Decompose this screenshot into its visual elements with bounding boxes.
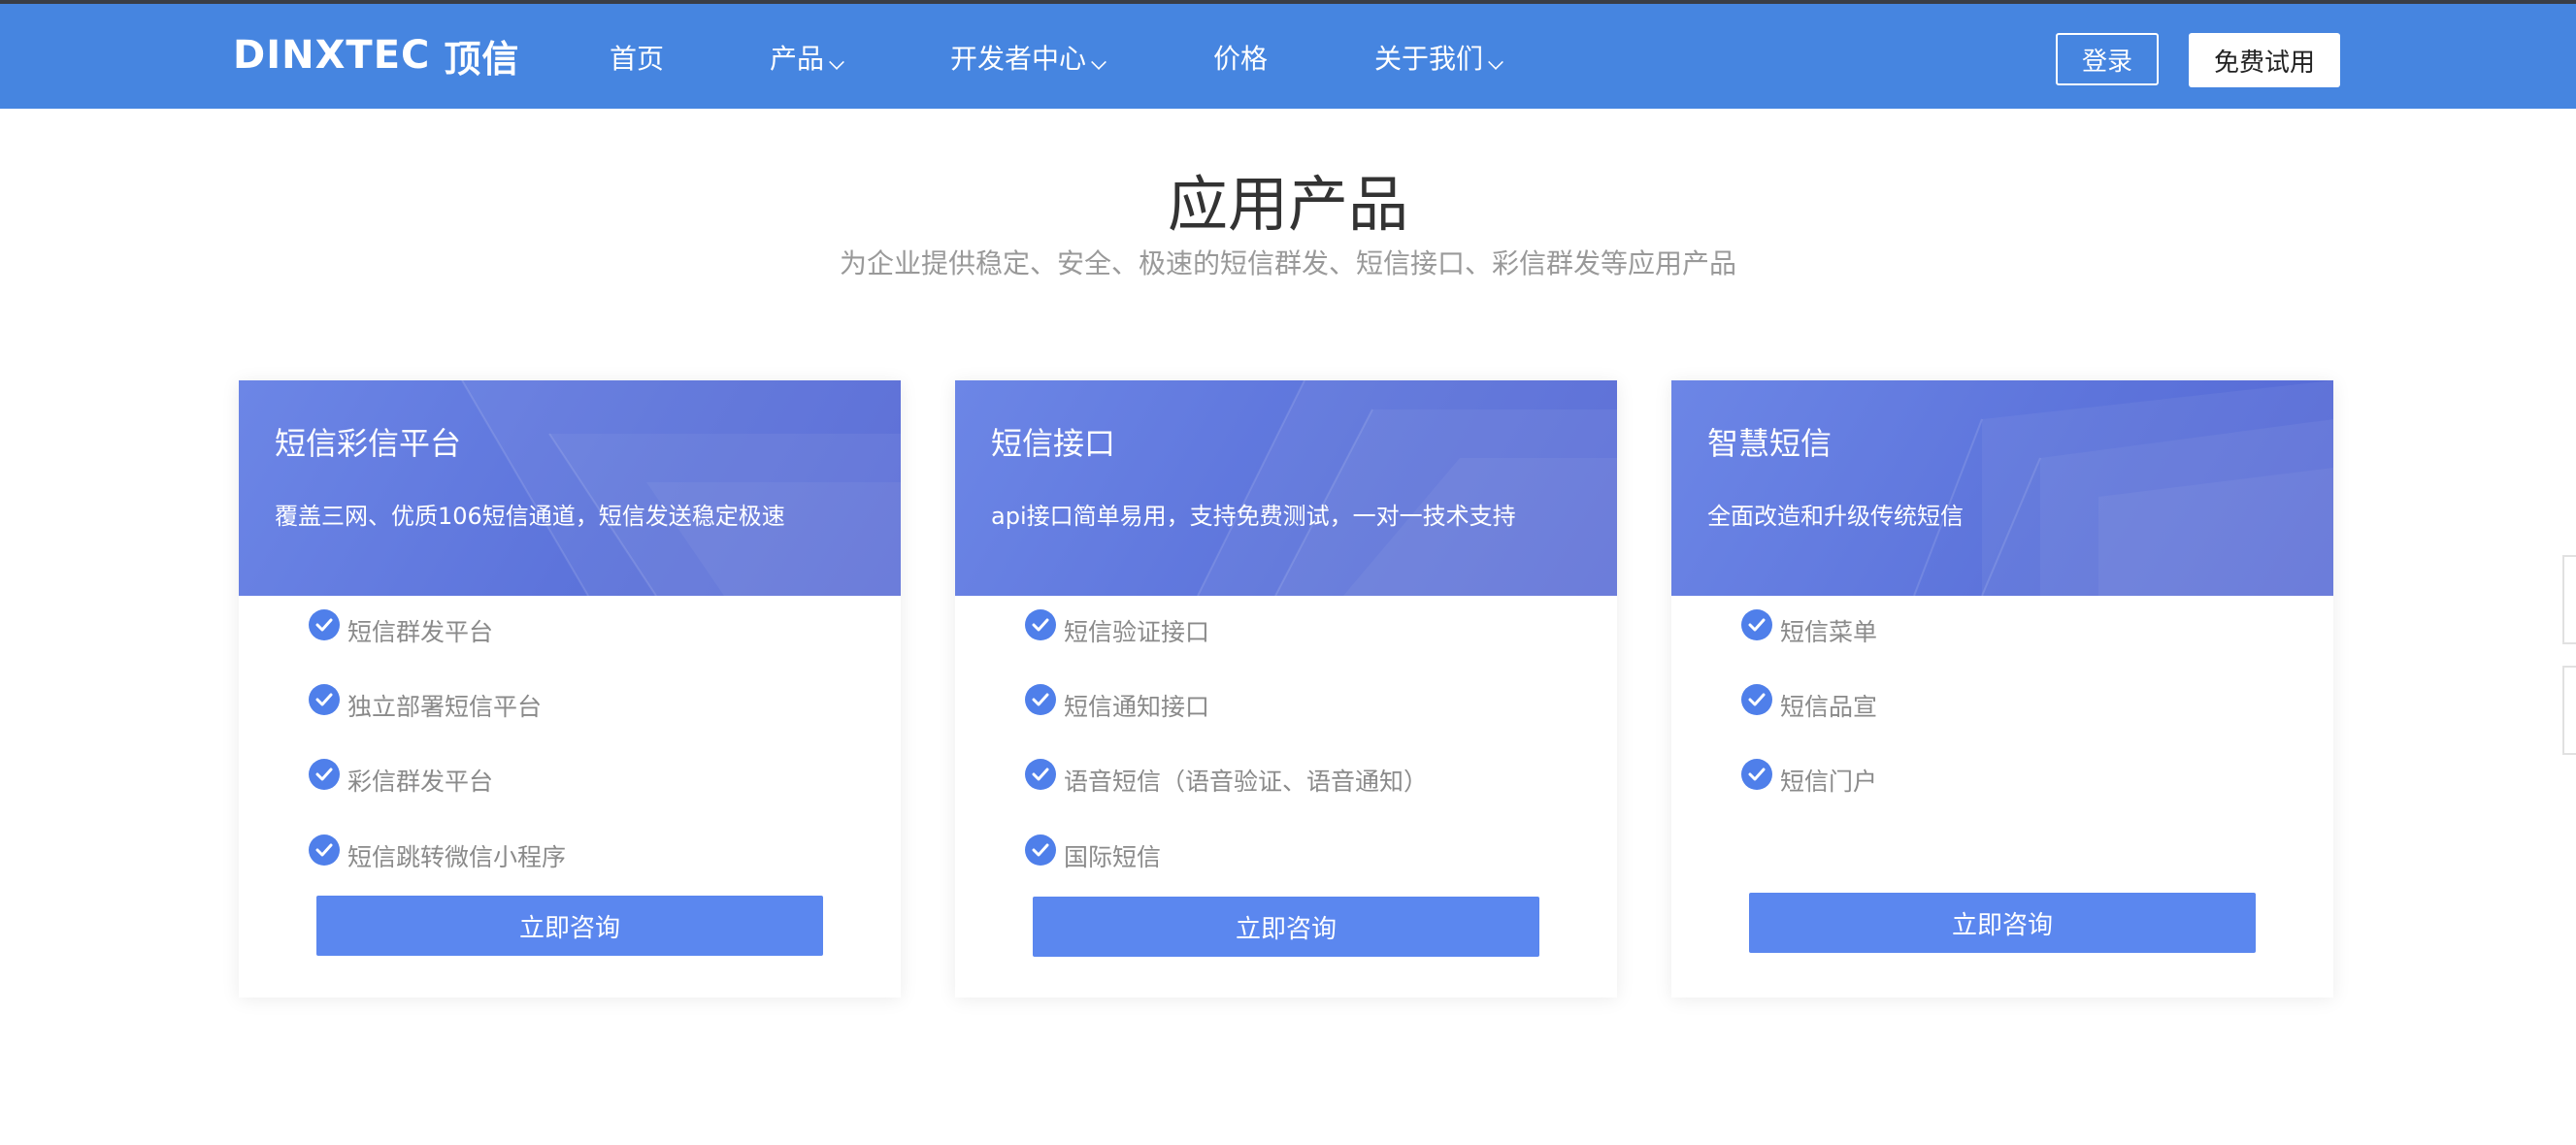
list-item: 短信群发平台: [309, 609, 494, 648]
check-icon: [1741, 684, 1772, 715]
list-item: 短信通知接口: [1025, 684, 1210, 723]
card-title: 智慧短信: [1707, 425, 1833, 462]
feature-label: 短信验证接口: [1064, 618, 1210, 646]
card-header-pattern: [1197, 380, 1617, 596]
feature-label: 短信菜单: [1780, 618, 1878, 646]
brand-logo[interactable]: DINXTEC 顶信: [233, 31, 520, 81]
feature-label: 短信品宣: [1780, 693, 1878, 721]
product-card-sms-api: 短信接口 api接口简单易用，支持免费测试，一对一技术支持 短信验证接口 短信通…: [955, 380, 1617, 998]
nav-item-home[interactable]: 首页: [610, 33, 664, 82]
feature-label: 短信门户: [1780, 768, 1878, 796]
card-header-pattern: [1913, 380, 2333, 596]
feature-label: 短信跳转微信小程序: [347, 843, 567, 871]
chevron-down-icon: [1488, 54, 1503, 70]
nav-item-products[interactable]: 产品: [770, 33, 844, 82]
logo-cn: 顶信: [444, 37, 520, 81]
nav-label: 开发者中心: [950, 43, 1087, 75]
card-description: 全面改造和升级传统短信: [1707, 503, 1964, 530]
section-subtitle: 为企业提供稳定、安全、极速的短信群发、短信接口、彩信群发等应用产品: [839, 247, 1736, 279]
feature-label: 独立部署短信平台: [347, 693, 543, 721]
nav-label: 产品: [770, 43, 825, 75]
check-icon: [1025, 759, 1056, 790]
card-title: 短信彩信平台: [275, 425, 462, 462]
list-item: 短信品宣: [1741, 684, 1878, 723]
check-icon: [1025, 834, 1056, 866]
nav-item-about-us[interactable]: 关于我们: [1374, 33, 1503, 82]
chevron-down-icon: [829, 54, 844, 70]
card-description: api接口简单易用，支持免费测试，一对一技术支持: [991, 503, 1516, 530]
feature-label: 彩信群发平台: [347, 768, 494, 796]
list-item: 独立部署短信平台: [309, 684, 543, 723]
product-card-smart-sms: 智慧短信 全面改造和升级传统短信 短信菜单 短信品宣 短信门户 立即咨询: [1671, 380, 2333, 998]
nav-item-pricing[interactable]: 价格: [1213, 33, 1268, 82]
side-float-tab[interactable]: [2562, 666, 2576, 755]
list-item: 彩信群发平台: [309, 759, 494, 798]
card-title: 短信接口: [991, 425, 1116, 462]
check-icon: [1025, 609, 1056, 640]
list-item: 语音短信（语音验证、语音通知）: [1025, 759, 1429, 798]
list-item: 国际短信: [1025, 834, 1162, 873]
side-float-tab[interactable]: [2562, 555, 2576, 644]
nav-label: 首页: [610, 43, 665, 75]
check-icon: [309, 609, 340, 640]
check-icon: [1741, 609, 1772, 640]
list-item: 短信验证接口: [1025, 609, 1210, 648]
top-navbar: DINXTEC 顶信 首页 产品 开发者中心 价格 关于我们 登录 免费试用: [0, 4, 2576, 109]
login-button[interactable]: 登录: [2056, 33, 2159, 85]
section-title: 应用产品: [1167, 169, 1408, 240]
card-header: 短信接口 api接口简单易用，支持免费测试，一对一技术支持: [955, 380, 1617, 596]
consult-now-button[interactable]: 立即咨询: [316, 896, 823, 956]
check-icon: [1741, 759, 1772, 790]
chevron-down-icon: [1091, 54, 1106, 70]
consult-now-button[interactable]: 立即咨询: [1033, 897, 1539, 957]
feature-label: 国际短信: [1064, 843, 1162, 871]
nav-label: 关于我们: [1374, 43, 1484, 75]
nav-item-developer-center[interactable]: 开发者中心: [950, 33, 1106, 82]
logo-latin: DINXTEC: [233, 33, 431, 78]
feature-label: 语音短信（语音验证、语音通知）: [1064, 768, 1429, 796]
free-trial-button[interactable]: 免费试用: [2189, 33, 2340, 87]
feature-label: 短信通知接口: [1064, 693, 1210, 721]
nav-label: 价格: [1213, 43, 1269, 75]
card-header-pattern: [461, 380, 901, 596]
check-icon: [309, 834, 340, 866]
feature-label: 短信群发平台: [347, 618, 494, 646]
check-icon: [1025, 684, 1056, 715]
list-item: 短信菜单: [1741, 609, 1878, 648]
check-icon: [309, 759, 340, 790]
card-header: 智慧短信 全面改造和升级传统短信: [1671, 380, 2333, 596]
consult-now-button[interactable]: 立即咨询: [1749, 893, 2256, 953]
product-card-sms-mms-platform: 短信彩信平台 覆盖三网、优质106短信通道，短信发送稳定极速 短信群发平台 独立…: [239, 380, 901, 998]
check-icon: [309, 684, 340, 715]
card-header: 短信彩信平台 覆盖三网、优质106短信通道，短信发送稳定极速: [239, 380, 901, 596]
list-item: 短信跳转微信小程序: [309, 834, 567, 873]
card-description: 覆盖三网、优质106短信通道，短信发送稳定极速: [275, 503, 785, 530]
list-item: 短信门户: [1741, 759, 1878, 798]
